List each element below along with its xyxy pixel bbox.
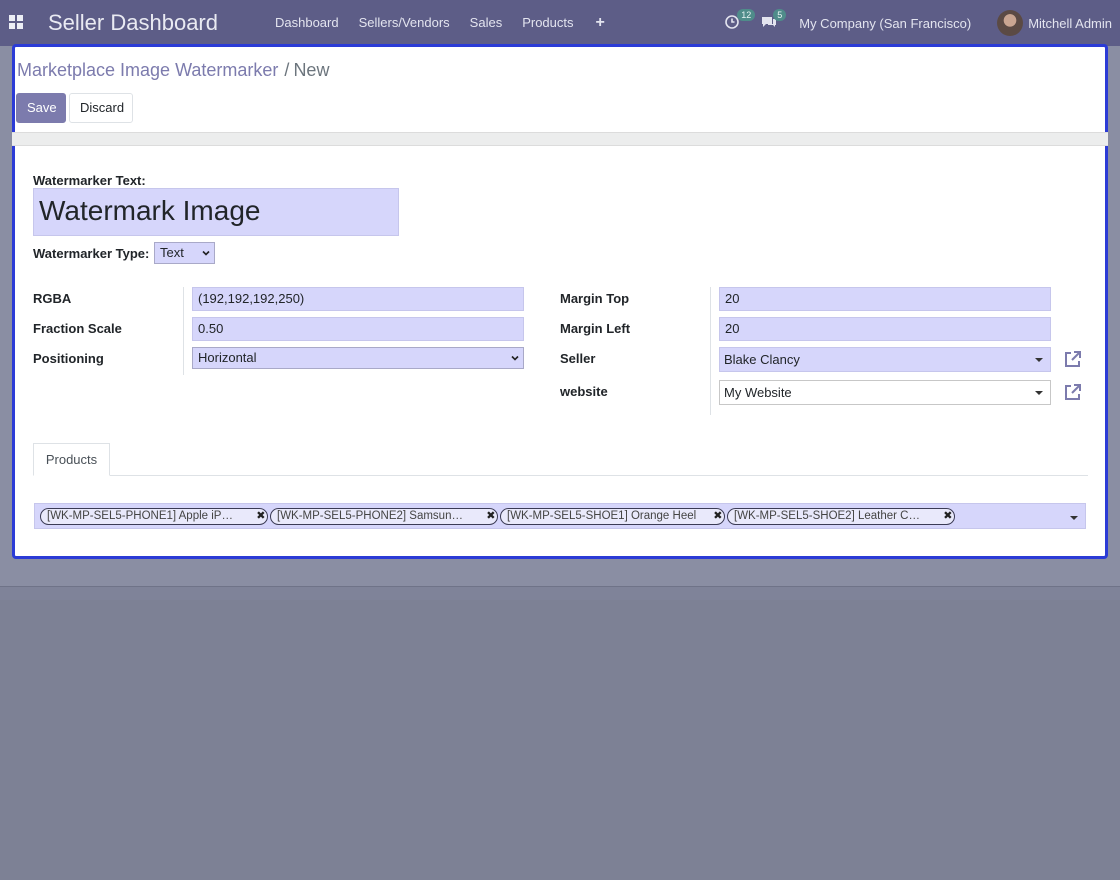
margin-top-label: Margin Top <box>560 291 630 306</box>
tab-products[interactable]: Products <box>33 443 110 476</box>
product-tag: [WK-MP-SEL5-SHOE1] Orange Heel ✖ <box>500 508 725 525</box>
save-button[interactable]: Save <box>16 93 66 123</box>
product-tag: [WK-MP-SEL5-PHONE2] Samsun… ✖ <box>270 508 498 525</box>
messages-chat-icon[interactable]: 5 <box>761 8 787 32</box>
systray: 12 5 My Company (San Francisco) Mitchell… <box>725 0 1120 46</box>
chevron-down-icon <box>202 250 210 256</box>
menu-item-products[interactable]: Products <box>512 0 583 46</box>
app-brand-title[interactable]: Seller Dashboard <box>48 10 218 36</box>
fraction-scale-input[interactable]: 0.50 <box>192 317 524 341</box>
activity-count-badge: 12 <box>737 8 756 21</box>
website-label: website <box>560 384 608 399</box>
menu-item-sellers-vendors[interactable]: Sellers/Vendors <box>349 0 460 46</box>
external-link-icon[interactable] <box>1063 349 1083 369</box>
breadcrumb-current: New <box>293 60 330 80</box>
form-view-panel: Marketplace Image Watermarker / New Save D… <box>12 44 1108 559</box>
remove-tag-icon[interactable]: ✖ <box>256 509 265 524</box>
remove-tag-icon[interactable]: ✖ <box>713 509 722 524</box>
breadcrumb-parent-link[interactable]: Marketplace Image Watermarker <box>17 60 278 80</box>
product-tag-label: [WK-MP-SEL5-SHOE1] Orange Heel <box>507 510 697 522</box>
left-column-divider <box>183 287 184 375</box>
breadcrumb: Marketplace Image Watermarker / New <box>17 60 329 81</box>
company-switcher[interactable]: My Company (San Francisco) <box>799 16 971 31</box>
watermarker-text-input[interactable]: Watermark Image <box>33 188 399 236</box>
website-value: My Website <box>724 385 792 400</box>
right-column-divider <box>710 287 711 415</box>
status-bar <box>12 132 1108 146</box>
remove-tag-icon[interactable]: ✖ <box>486 509 495 524</box>
caret-down-icon[interactable] <box>1035 391 1043 395</box>
menu-item-dashboard[interactable]: Dashboard <box>265 0 349 46</box>
activity-clock-icon[interactable]: 12 <box>725 8 756 32</box>
user-avatar[interactable] <box>997 10 1024 36</box>
watermarker-type-value: Text <box>160 245 184 260</box>
product-tag-label: [WK-MP-SEL5-PHONE2] Samsun… <box>277 510 463 522</box>
margin-left-label: Margin Left <box>560 321 631 336</box>
external-link-icon[interactable] <box>1063 382 1083 402</box>
menu-item-sales[interactable]: Sales <box>460 0 513 46</box>
user-menu[interactable]: Mitchell Admin <box>1028 16 1112 31</box>
discard-button[interactable]: Discard <box>69 93 133 123</box>
watermarker-text-label: Watermarker Text: <box>33 173 146 188</box>
products-many2many-tags[interactable]: [WK-MP-SEL5-PHONE1] Apple iP… ✖ [WK-MP-S… <box>34 503 1086 529</box>
product-tag-label: [WK-MP-SEL5-PHONE1] Apple iP… <box>47 510 233 522</box>
fraction-scale-label: Fraction Scale <box>33 321 122 336</box>
main-menu: Dashboard Sellers/Vendors Sales Products… <box>265 0 617 46</box>
positioning-label: Positioning <box>33 351 104 366</box>
breadcrumb-separator: / <box>284 60 290 80</box>
product-tag-label: [WK-MP-SEL5-SHOE2] Leather C… <box>734 510 920 522</box>
apps-menu-icon[interactable] <box>9 15 23 29</box>
margin-left-input[interactable]: 20 <box>719 317 1051 341</box>
margin-top-input[interactable]: 20 <box>719 287 1051 311</box>
top-navbar: Seller Dashboard Dashboard Sellers/Vendo… <box>0 0 1120 46</box>
seller-many2one-input[interactable]: Blake Clancy <box>719 347 1051 372</box>
background-divider <box>0 586 1120 600</box>
positioning-value: Horizontal <box>198 350 257 365</box>
watermarker-type-select[interactable]: Text <box>154 242 215 264</box>
product-tag: [WK-MP-SEL5-PHONE1] Apple iP… ✖ <box>40 508 268 525</box>
watermarker-type-label: Watermarker Type: <box>33 246 150 261</box>
remove-tag-icon[interactable]: ✖ <box>943 509 952 524</box>
notebook-tab-line <box>33 475 1088 476</box>
website-many2one-input[interactable]: My Website <box>719 380 1051 405</box>
product-tag: [WK-MP-SEL5-SHOE2] Leather C… ✖ <box>727 508 955 525</box>
seller-value: Blake Clancy <box>724 352 800 367</box>
caret-down-icon[interactable] <box>1070 516 1078 520</box>
rgba-input[interactable]: (192,192,192,250) <box>192 287 524 311</box>
seller-label: Seller <box>560 351 596 366</box>
messages-count-badge: 5 <box>773 8 787 21</box>
plus-icon[interactable]: + <box>584 14 617 32</box>
rgba-label: RGBA <box>33 291 72 306</box>
caret-down-icon[interactable] <box>1035 358 1043 362</box>
chevron-down-icon <box>511 355 519 361</box>
positioning-select[interactable]: Horizontal <box>192 347 524 369</box>
